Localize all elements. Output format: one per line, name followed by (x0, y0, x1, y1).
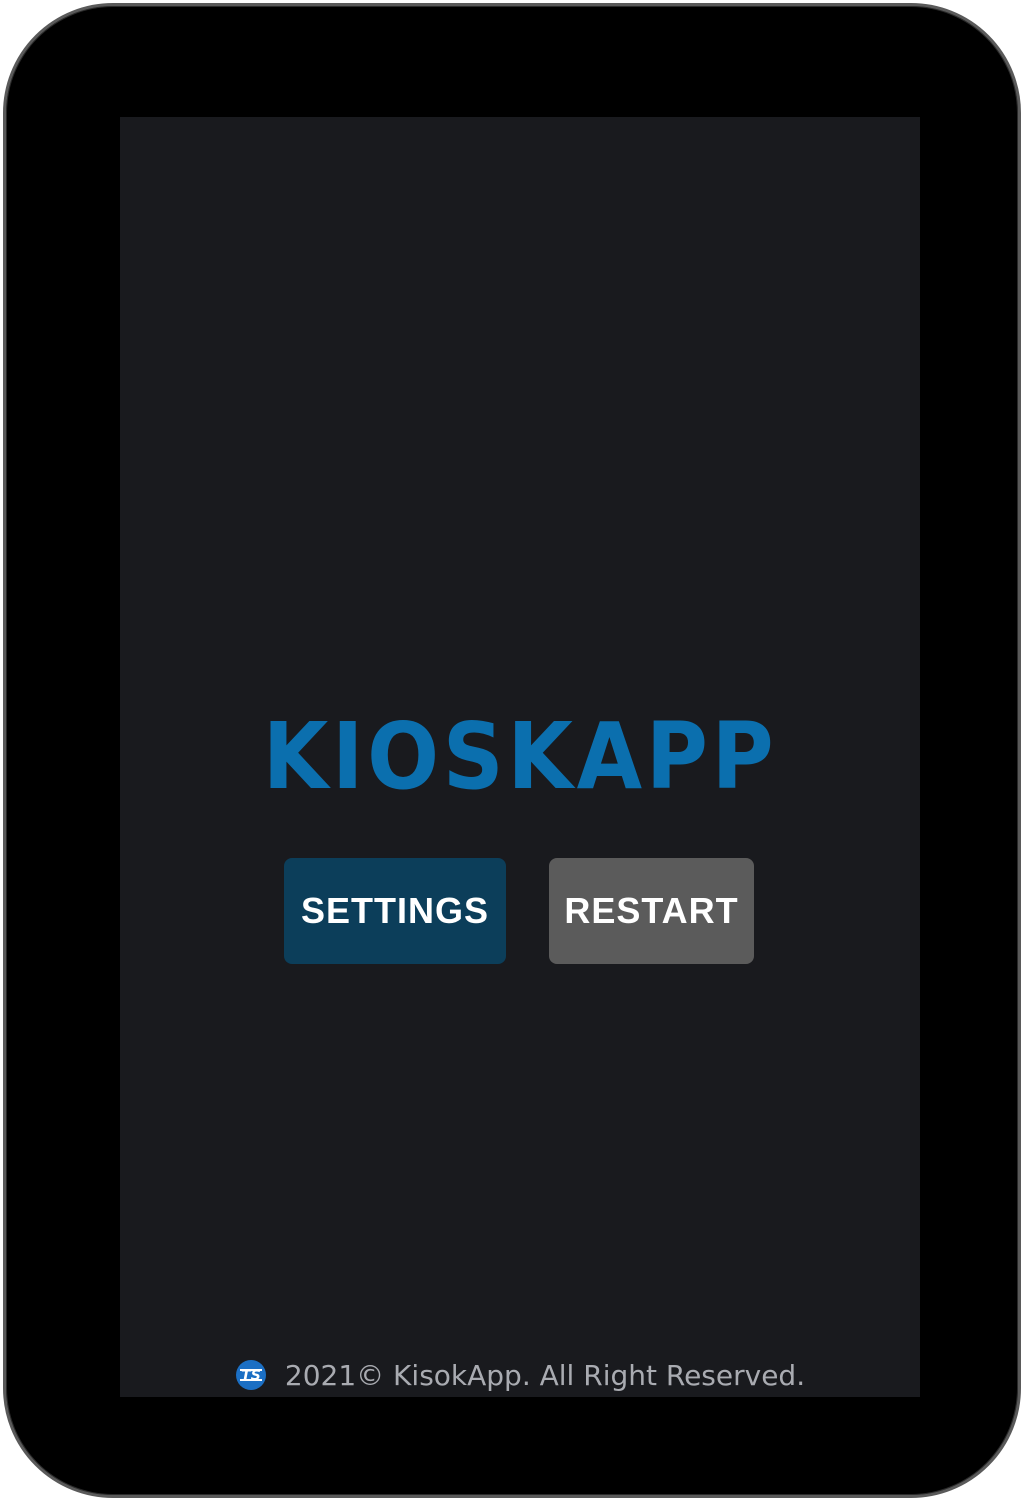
settings-button-label: SETTINGS (300, 890, 490, 931)
footer: TS 2021© KisokApp. All Right Reserved. (120, 1353, 920, 1397)
ts-logo-icon: TS (235, 1359, 267, 1391)
kioskapp-logo: KIOSKAPP (152, 702, 888, 812)
kiosk-screen: KIOSKAPP SETTINGS RESTART TS 2021© Kisok… (120, 117, 920, 1397)
svg-text:TS: TS (241, 1368, 261, 1384)
restart-button[interactable]: RESTART (549, 858, 754, 964)
logo-text: KIOSKAPP (262, 703, 778, 810)
copyright-text: 2021© KisokApp. All Right Reserved. (284, 1358, 806, 1392)
restart-button-label: RESTART (564, 890, 739, 931)
settings-button[interactable]: SETTINGS (284, 858, 506, 964)
tablet-frame: KIOSKAPP SETTINGS RESTART TS 2021© Kisok… (3, 3, 1021, 1498)
